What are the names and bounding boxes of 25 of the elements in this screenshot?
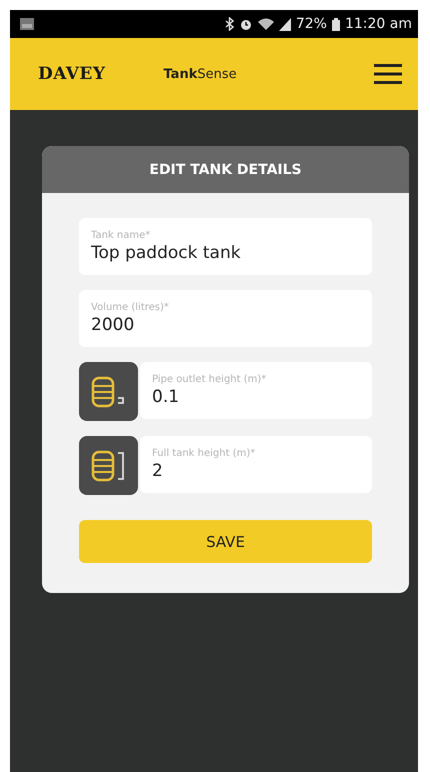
battery-percentage: 72% [296, 16, 327, 32]
text-field[interactable]: Tank name* Top paddock tank [79, 218, 372, 275]
wifi-icon [258, 18, 274, 30]
gallery-icon [20, 18, 34, 30]
alarm-icon [238, 17, 253, 31]
app-name: TankSense [163, 66, 237, 82]
text-field[interactable]: Volume (litres)* 2000 [79, 290, 372, 347]
field-label: Volume (litres)* [91, 302, 170, 313]
menu-icon [374, 64, 402, 84]
clock-time: 11:20 am [344, 16, 412, 32]
signal-icon [278, 18, 291, 30]
field-label: Full tank height (m)* [152, 448, 256, 459]
field-value[interactable]: Top paddock tank [91, 243, 360, 263]
text-field[interactable]: Full tank height (m)* 2 [140, 436, 372, 493]
field-value[interactable]: 2 [152, 461, 360, 481]
field-label: Tank name* [91, 230, 152, 241]
brand-logo: DAVEY [38, 64, 106, 84]
card-title: EDIT TANK DETAILS [42, 146, 409, 193]
bluetooth-icon [224, 17, 234, 31]
text-field[interactable]: Pipe outlet height (m)* 0.1 [140, 362, 372, 419]
field-value[interactable]: 2000 [91, 315, 360, 335]
field-label: Pipe outlet height (m)* [152, 374, 268, 385]
battery-icon [332, 18, 340, 30]
field-value[interactable]: 0.1 [152, 387, 360, 407]
save-button[interactable]: SAVE [79, 520, 372, 563]
